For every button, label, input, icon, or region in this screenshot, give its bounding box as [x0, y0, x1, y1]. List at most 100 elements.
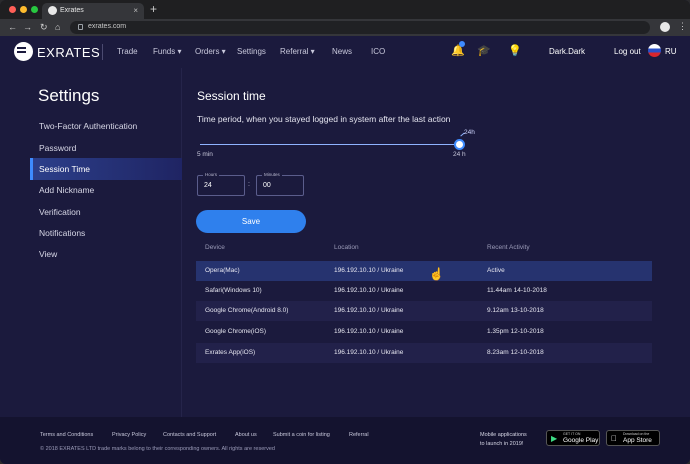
- mobile-apps-note: Mobile applications to launch in 2019!: [480, 431, 540, 449]
- slider-min-label: 5 min: [197, 151, 213, 158]
- hours-field[interactable]: Hours: [197, 172, 245, 196]
- activity-cell: Active: [487, 267, 505, 274]
- graduation-cap-icon[interactable]: 🎓: [477, 45, 491, 57]
- footer-link-contacts[interactable]: Contacts and Support: [163, 432, 216, 438]
- nav-orders[interactable]: Orders ▾: [195, 47, 226, 56]
- hours-input[interactable]: [204, 182, 240, 189]
- device-cell: Opera(Mac): [205, 267, 240, 274]
- footer-link-privacy[interactable]: Privacy Policy: [112, 432, 146, 438]
- mobile-note-line2: to launch in 2019!: [480, 441, 524, 447]
- sidebar-item-notifications[interactable]: Notifications: [30, 222, 182, 244]
- footer-link-about[interactable]: About us: [235, 432, 257, 438]
- minutes-field[interactable]: Minutes: [256, 172, 304, 196]
- session-description: Time period, when you stayed logged in s…: [197, 114, 451, 124]
- lightbulb-icon[interactable]: 💡: [508, 45, 522, 57]
- device-cell: Safari(Windows 10): [205, 287, 262, 294]
- sidebar-item-session-time[interactable]: Session Time: [30, 158, 182, 180]
- logout-link[interactable]: Log out: [614, 47, 641, 56]
- device-cell: Google Chrome(Android 8.0): [205, 307, 289, 314]
- russia-flag-icon[interactable]: [648, 44, 661, 57]
- header-divider: [102, 44, 103, 60]
- google-play-button[interactable]: ▶ GET IT ON Google Play: [546, 430, 600, 446]
- browser-window: Exrates × + ← → ↻ ⌂ exrates.com ⋮ EXRATE…: [0, 0, 690, 464]
- footer: Terms and Conditions Privacy Policy Cont…: [0, 417, 690, 464]
- session-slider-thumb[interactable]: [454, 139, 465, 150]
- language-selector[interactable]: RU: [665, 47, 677, 56]
- home-icon[interactable]: ⌂: [55, 22, 60, 32]
- app-store-button[interactable]:  Download on the App Store: [606, 430, 660, 446]
- extension-icon[interactable]: [660, 22, 670, 32]
- new-tab-button[interactable]: +: [150, 3, 157, 15]
- close-window-button[interactable]: [9, 6, 16, 13]
- column-header-device: Device: [205, 244, 225, 251]
- activity-cell: 11.44am 14-10-2018: [487, 287, 547, 294]
- minutes-input[interactable]: [263, 182, 299, 189]
- footer-link-terms[interactable]: Terms and Conditions: [40, 432, 93, 438]
- tab-title: Exrates: [60, 7, 84, 14]
- nav-ico[interactable]: ICO: [371, 47, 385, 56]
- lock-icon: [78, 24, 83, 30]
- browser-tab-bar: Exrates × +: [0, 0, 690, 19]
- table-row[interactable]: Google Chrome(iOS) 196.192.10.10 / Ukrai…: [196, 322, 652, 342]
- slider-max-label: 24 h: [453, 151, 466, 158]
- globe-icon: [48, 6, 57, 15]
- device-cell: Google Chrome(iOS): [205, 328, 267, 335]
- sidebar-item-password[interactable]: Password: [30, 137, 182, 159]
- url-text: exrates.com: [88, 23, 127, 30]
- browser-tab[interactable]: Exrates ×: [42, 3, 144, 19]
- activity-cell: 8.23am 12-10-2018: [487, 349, 544, 356]
- table-row[interactable]: Exrates App(iOS) 196.192.10.10 / Ukraine…: [196, 343, 652, 363]
- apple-icon: : [611, 434, 617, 443]
- back-arrow-icon[interactable]: ←: [8, 22, 17, 32]
- sidebar-item-verification[interactable]: Verification: [30, 201, 182, 223]
- nav-trade[interactable]: Trade: [117, 47, 138, 56]
- nav-settings[interactable]: Settings: [237, 47, 266, 56]
- browser-menu-icon[interactable]: ⋮: [678, 21, 687, 31]
- session-slider-fill: [200, 144, 459, 145]
- close-tab-icon[interactable]: ×: [133, 6, 138, 15]
- location-cell: 196.192.10.10 / Ukraine: [334, 328, 404, 335]
- minimize-window-button[interactable]: [20, 6, 27, 13]
- app-store-small: Download on the: [623, 432, 650, 436]
- hand-cursor-icon: ☝: [429, 267, 444, 281]
- settings-sidebar: Settings Two-Factor Authentication Passw…: [0, 68, 182, 417]
- notification-badge: [459, 41, 465, 47]
- sidebar-item-add-nickname[interactable]: Add Nickname: [30, 179, 182, 201]
- activity-cell: 9.12am 13-10-2018: [487, 307, 544, 314]
- minutes-label: Minutes: [262, 172, 282, 178]
- sidebar-item-two-factor[interactable]: Two-Factor Authentication: [30, 115, 182, 137]
- table-row[interactable]: Safari(Windows 10) 196.192.10.10 / Ukrai…: [196, 281, 652, 301]
- app-header: EXRATES Trade Funds ▾ Orders ▾ Settings …: [0, 36, 690, 68]
- google-play-small: GET IT ON: [563, 432, 581, 436]
- table-row[interactable]: Opera(Mac) 196.192.10.10 / Ukraine Activ…: [196, 261, 652, 281]
- save-button[interactable]: Save: [196, 210, 306, 233]
- section-title: Session time: [197, 89, 266, 103]
- address-bar[interactable]: exrates.com: [70, 21, 650, 34]
- reload-icon[interactable]: ↻: [40, 22, 48, 32]
- settings-title: Settings: [38, 86, 100, 105]
- maximize-window-button[interactable]: [31, 6, 38, 13]
- copyright: © 2018 EXRATES LTD trade marks belong to…: [40, 446, 275, 452]
- logo-text[interactable]: EXRATES: [37, 45, 100, 60]
- slider-value-tooltip: 24h: [464, 129, 475, 136]
- footer-link-submit-coin[interactable]: Submit a coin for listing: [273, 432, 330, 438]
- nav-funds[interactable]: Funds ▾: [153, 47, 181, 56]
- username[interactable]: Dark.Dark: [549, 47, 585, 56]
- table-row[interactable]: Google Chrome(Android 8.0) 196.192.10.10…: [196, 301, 652, 321]
- location-cell: 196.192.10.10 / Ukraine: [334, 349, 404, 356]
- nav-news[interactable]: News: [332, 47, 352, 56]
- sidebar-item-view[interactable]: View: [30, 243, 182, 265]
- google-play-label: Google Play: [563, 437, 599, 444]
- footer-link-referral[interactable]: Referral: [349, 432, 369, 438]
- column-header-recent-activity: Recent Activity: [487, 244, 530, 251]
- location-cell: 196.192.10.10 / Ukraine: [334, 307, 404, 314]
- session-time-panel: Session time Time period, when you staye…: [183, 68, 690, 417]
- browser-toolbar: ← → ↻ ⌂ exrates.com ⋮: [0, 19, 690, 36]
- time-separator: :: [248, 181, 250, 188]
- location-cell: 196.192.10.10 / Ukraine: [334, 287, 404, 294]
- device-cell: Exrates App(iOS): [205, 349, 256, 356]
- column-header-location: Location: [334, 244, 359, 251]
- nav-referral[interactable]: Referral ▾: [280, 47, 315, 56]
- forward-arrow-icon[interactable]: →: [23, 22, 32, 32]
- exrates-logo-icon[interactable]: [14, 42, 33, 61]
